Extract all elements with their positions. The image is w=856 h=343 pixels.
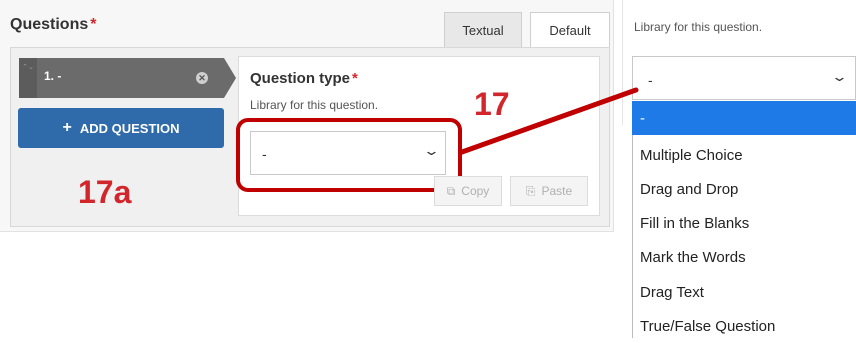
annotation-pointer-line [459,87,639,155]
